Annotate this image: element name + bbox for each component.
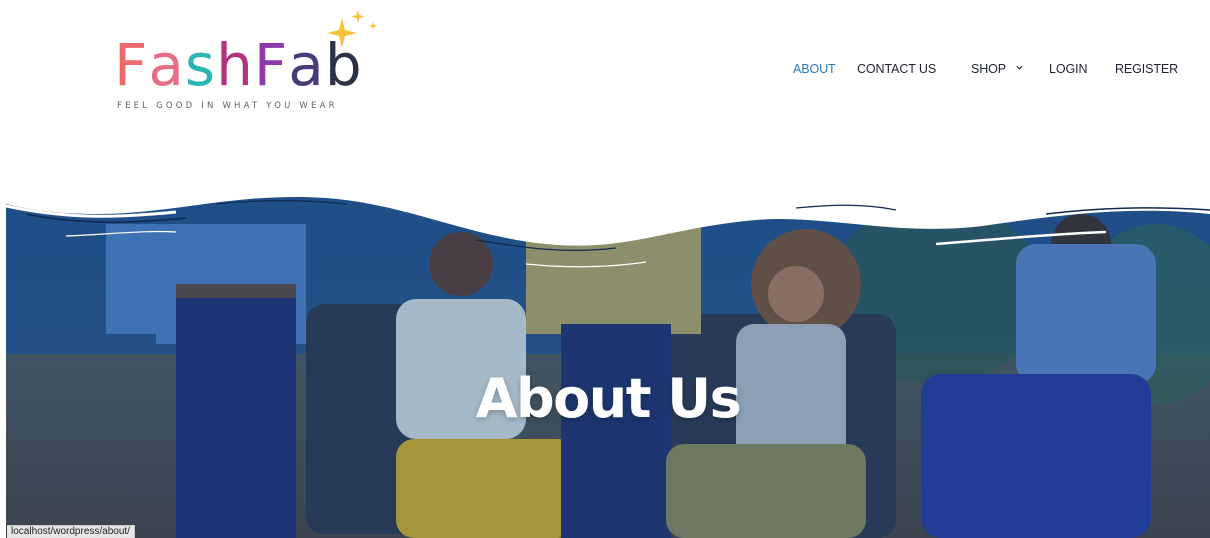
status-bar-url: localhost/wordpress/about/ — [7, 525, 135, 538]
nav-register[interactable]: REGISTER — [1115, 58, 1178, 80]
hero-title: About Us — [475, 367, 742, 430]
chevron-down-icon — [1016, 65, 1023, 70]
nav-about[interactable]: ABOUT — [793, 58, 836, 80]
nav-contact-us[interactable]: CONTACT US — [857, 58, 936, 80]
nav-shop[interactable]: SHOP — [971, 58, 1024, 80]
main-nav: ABOUT CONTACT US SHOP LOGIN REGISTER — [0, 58, 1210, 80]
hero-photo — [6, 184, 1210, 538]
nav-login[interactable]: LOGIN — [1049, 58, 1088, 80]
nav-shop-label: SHOP — [971, 62, 1007, 76]
hero-banner: About Us — [6, 184, 1210, 538]
logo-tagline: FEEL GOOD IN WHAT YOU WEAR — [117, 101, 338, 111]
site-header: FashFab FEEL GOOD IN WHAT YOU WEAR ABOUT… — [0, 0, 1210, 150]
sparkle-icon — [327, 10, 377, 48]
